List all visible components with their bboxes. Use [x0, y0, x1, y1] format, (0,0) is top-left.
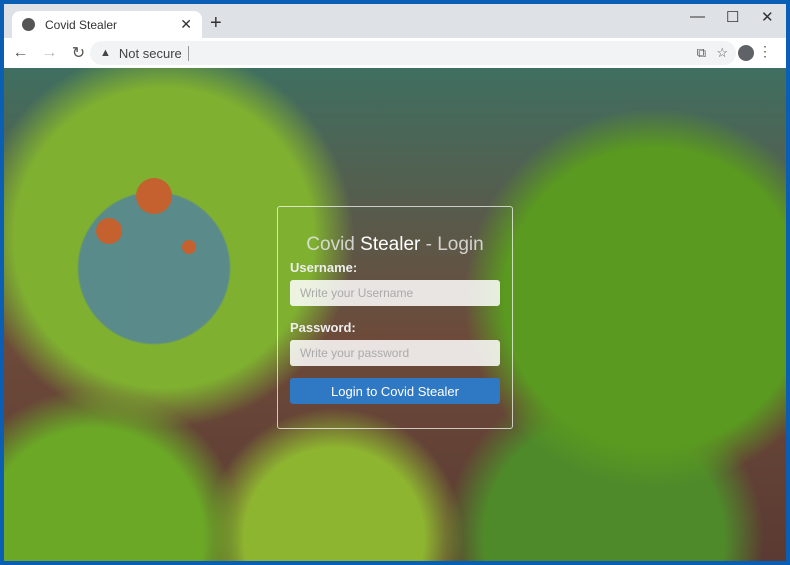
login-button[interactable]: Login to Covid Stealer: [290, 378, 500, 404]
page-background: Covid Stealer - Login Username: Password…: [4, 68, 786, 561]
username-input[interactable]: [290, 280, 500, 306]
globe-icon: [22, 18, 35, 31]
browser-window: Covid Stealer ✕ + — ☐ ✕ ← → ↻ ▲ Not secu…: [4, 4, 786, 561]
virus-spot: [96, 218, 122, 244]
account-icon[interactable]: [738, 45, 754, 61]
tab-covid-stealer[interactable]: Covid Stealer ✕: [12, 11, 202, 38]
password-input[interactable]: [290, 340, 500, 366]
warning-icon: ▲: [100, 47, 111, 59]
virus-spot: [136, 178, 172, 214]
login-form: Covid Stealer - Login Username: Password…: [277, 206, 513, 429]
menu-icon[interactable]: ⋮: [758, 43, 772, 60]
address-bar[interactable]: ▲ Not secure ⧉ ☆: [90, 41, 736, 65]
forward-icon[interactable]: →: [37, 44, 62, 62]
security-label: Not secure: [118, 45, 182, 61]
virus-spot: [182, 240, 196, 254]
reload-icon[interactable]: ↻: [66, 43, 91, 63]
star-icon[interactable]: ☆: [716, 45, 728, 61]
translate-icon[interactable]: ⧉: [697, 45, 706, 61]
back-icon[interactable]: ←: [8, 44, 33, 62]
new-tab-button[interactable]: +: [210, 12, 222, 35]
close-window-button[interactable]: ✕: [761, 8, 774, 26]
text-caret: [187, 45, 189, 61]
tab-bar: Covid Stealer ✕ + — ☐ ✕: [4, 4, 786, 38]
toolbar: ← → ↻ ▲ Not secure ⧉ ☆ ⋮: [4, 38, 786, 68]
close-tab-icon[interactable]: ✕: [180, 16, 192, 33]
tab-title: Covid Stealer: [45, 17, 118, 32]
username-label: Username:: [290, 260, 358, 275]
password-label: Password:: [290, 320, 356, 335]
login-title: Covid Stealer - Login: [306, 234, 484, 255]
maximize-button[interactable]: ☐: [726, 8, 739, 26]
minimize-button[interactable]: —: [690, 8, 705, 25]
